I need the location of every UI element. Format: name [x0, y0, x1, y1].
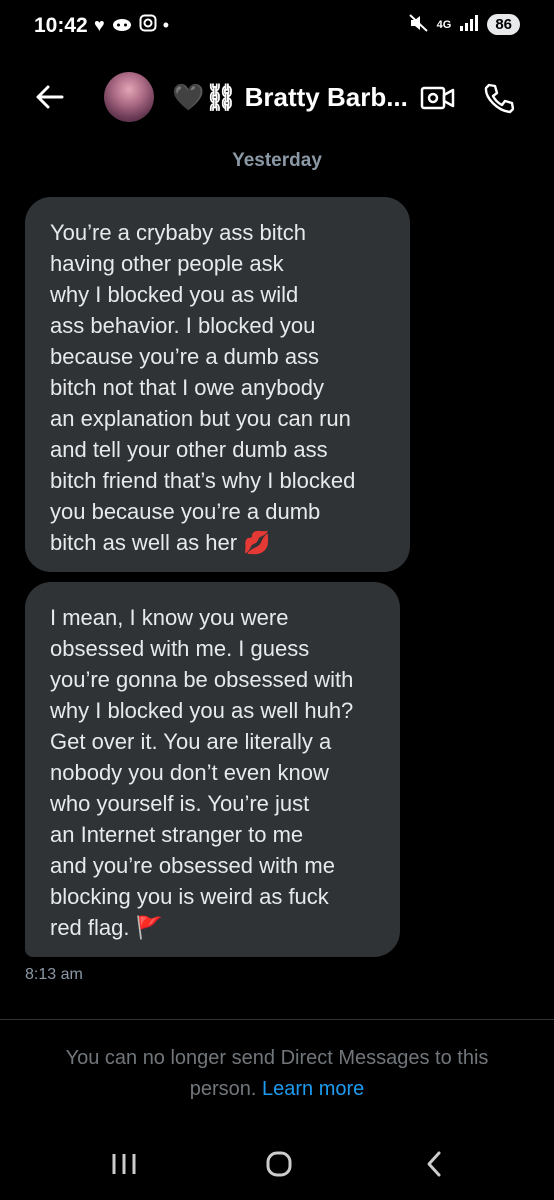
phone-icon: [484, 83, 515, 114]
status-system-icons: 4G 86: [408, 14, 520, 35]
signal-icon: [459, 15, 479, 34]
battery-indicator: 86: [487, 14, 520, 35]
home-icon: [266, 1151, 292, 1177]
learn-more-link[interactable]: Learn more: [262, 1078, 364, 1100]
video-camera-icon: [420, 86, 455, 110]
arrow-left-icon: [36, 85, 64, 109]
status-time: 10:42: [34, 14, 88, 37]
chevron-left-icon: [427, 1151, 441, 1177]
status-bar: 10:42 ♥ • 4G 86: [0, 0, 554, 52]
divider: [0, 1019, 554, 1020]
dot-icon: •: [162, 15, 169, 35]
conversation-header: 🖤⛓ Bratty Barb...: [0, 68, 554, 128]
status-notification-icons: ♥ •: [94, 14, 169, 37]
system-navigation-bar: [0, 1130, 554, 1200]
back-button[interactable]: [32, 82, 68, 112]
conversation-title[interactable]: 🖤⛓ Bratty Barb...: [172, 82, 408, 113]
voice-call-button[interactable]: [482, 82, 515, 114]
home-button[interactable]: [264, 1148, 294, 1180]
network-label: 4G: [436, 18, 452, 31]
instagram-icon: [139, 14, 157, 37]
message-bubble[interactable]: You’re a crybaby ass bitch having other …: [25, 197, 410, 572]
date-separator: Yesterday: [232, 150, 322, 171]
blocked-notice: You can no longer send Direct Messages t…: [30, 1043, 524, 1105]
message-text: I mean, I know you were obsessed with me…: [50, 605, 354, 940]
back-nav-button[interactable]: [422, 1148, 446, 1180]
recent-apps-icon: [112, 1154, 136, 1174]
mute-icon: [408, 14, 429, 35]
recent-apps-button[interactable]: [110, 1148, 138, 1180]
heart-icon: ♥: [94, 15, 105, 35]
reddit-icon: [111, 14, 133, 37]
avatar[interactable]: [104, 72, 154, 122]
message-bubble[interactable]: I mean, I know you were obsessed with me…: [25, 582, 400, 957]
message-timestamp: 8:13 am: [25, 966, 83, 983]
video-call-button[interactable]: [420, 84, 456, 112]
message-text: You’re a crybaby ass bitch having other …: [50, 220, 356, 555]
